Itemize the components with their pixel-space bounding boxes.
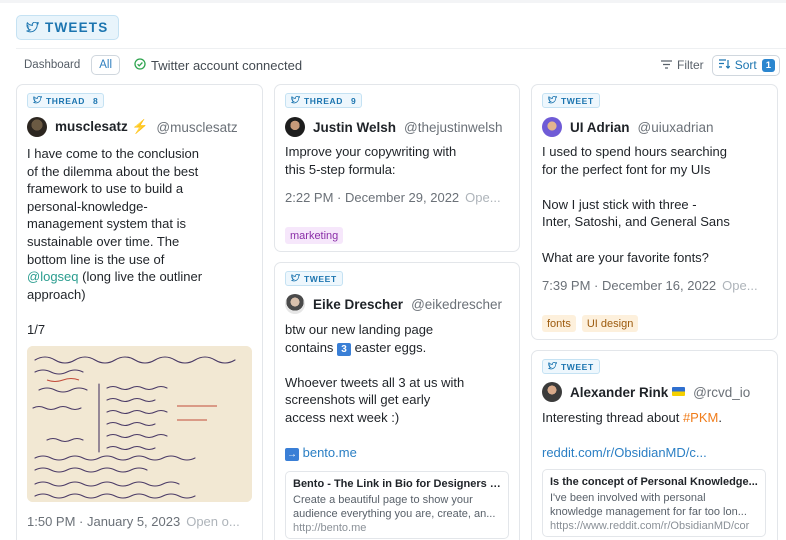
- open-link[interactable]: Ope...: [722, 278, 757, 293]
- avatar[interactable]: [285, 117, 305, 137]
- open-link[interactable]: Open o...: [186, 514, 239, 529]
- badge-label: TWEET: [304, 273, 337, 284]
- sort-label: Sort: [734, 58, 757, 72]
- filter-label: Filter: [677, 58, 704, 72]
- tweet-author[interactable]: Justin Welsh @thejustinwelsh: [285, 116, 503, 138]
- filter-all-chip[interactable]: All: [91, 55, 121, 75]
- author-handle: @thejustinwelsh: [404, 119, 503, 135]
- page-title: TWEETS: [16, 15, 120, 40]
- link-preview-description: Create a beautiful page to show your aud…: [293, 494, 496, 520]
- link-preview-card[interactable]: Bento - The Link in Bio for Designers a.…: [285, 471, 509, 539]
- twitter-bird-icon: [548, 361, 558, 372]
- tag-marketing[interactable]: marketing: [285, 227, 344, 244]
- author-name: musclesatz ⚡: [55, 119, 149, 134]
- tweet-card-justin-welsh[interactable]: THREAD 9 Justin Welsh @thejustinwelsh Im…: [274, 84, 520, 252]
- tweet-timestamp: 1:50 PM · January 5, 2023 Open o...: [27, 514, 240, 529]
- avatar[interactable]: [542, 382, 562, 402]
- twitter-bird-icon: [291, 95, 301, 106]
- tweet-badge: TWEET: [285, 271, 343, 286]
- badge-label: THREAD: [304, 95, 344, 106]
- tweet-text: Interesting thread about #PKM.: [542, 410, 722, 425]
- tweet-author[interactable]: Eike Drescher @eikedrescher: [285, 293, 502, 315]
- hashtag-link[interactable]: #PKM: [683, 410, 718, 425]
- author-handle: @rcvd_io: [693, 384, 751, 400]
- badge-label: TWEET: [561, 361, 594, 372]
- tweet-text: Improve your copywriting with this 5-ste…: [285, 144, 457, 177]
- link-preview-url: https://www.reddit.com/r/ObsidianMD/cor: [550, 520, 750, 532]
- link-preview-url: http://bento.me: [293, 522, 367, 534]
- toolbar: Dashboard All Twitter account connected …: [16, 54, 786, 76]
- tweet-author[interactable]: Alexander Rink @rcvd_io: [542, 381, 750, 403]
- handwritten-notes-image: [27, 346, 252, 502]
- tag-list: marketing: [285, 227, 344, 244]
- tweet-timestamp: 7:39 PM · December 16, 2022 Ope...: [542, 278, 758, 293]
- filter-lines-icon: [661, 58, 673, 72]
- sort-icon: [718, 58, 730, 72]
- avatar[interactable]: [542, 117, 562, 137]
- tweet-card-eike-drescher[interactable]: TWEET Eike Drescher @eikedrescher btw ou…: [274, 262, 520, 540]
- tweet-badge: TWEET: [542, 359, 600, 374]
- open-link[interactable]: Ope...: [465, 190, 500, 205]
- tag-list: fonts UI design: [542, 315, 639, 332]
- twitter-bird-icon: [26, 22, 39, 33]
- author-name: Alexander Rink: [570, 385, 686, 400]
- thread-count: 8: [93, 95, 98, 106]
- tweet-author[interactable]: UI Adrian @uiuxadrian: [542, 116, 714, 138]
- badge-label: TWEET: [561, 95, 594, 106]
- author-name: Justin Welsh: [313, 119, 397, 135]
- author-name: Eike Drescher: [313, 296, 404, 312]
- thread-count: 9: [351, 95, 356, 106]
- sort-button[interactable]: Sort 1: [711, 54, 780, 76]
- tweet-image[interactable]: [27, 346, 252, 502]
- tweet-card-ui-adrian[interactable]: TWEET UI Adrian @uiuxadrian I used to sp…: [531, 84, 778, 340]
- connection-status: Twitter account connected: [134, 58, 302, 73]
- link-preview-card[interactable]: Is the concept of Personal Knowledge... …: [542, 469, 766, 537]
- badge-label: THREAD: [46, 95, 86, 106]
- top-divider: [0, 0, 786, 3]
- tweet-text: I have come to the conclusion of the dil…: [27, 146, 203, 337]
- link-preview-description: I've been involved with personal knowled…: [550, 492, 747, 518]
- ukraine-flag-icon: [672, 386, 686, 396]
- twitter-bird-icon: [291, 273, 301, 284]
- twitter-bird-icon: [548, 95, 558, 106]
- tweet-card-alexander-rink[interactable]: TWEET Alexander Rink @rcvd_io Interestin…: [531, 350, 778, 540]
- toolbar-divider: [16, 48, 786, 49]
- twitter-bird-icon: [33, 95, 43, 106]
- author-handle: @musclesatz: [156, 119, 238, 135]
- connection-status-text: Twitter account connected: [151, 57, 303, 73]
- thread-badge: THREAD 9: [285, 93, 362, 108]
- thread-badge: THREAD 8: [27, 93, 104, 108]
- author-handle: @eikedrescher: [411, 296, 503, 312]
- tweet-text: btw our new landing page contains 3 east…: [285, 322, 465, 462]
- link-preview-title: Is the concept of Personal Knowledge...: [550, 476, 758, 488]
- tag-fonts[interactable]: fonts: [542, 315, 576, 332]
- avatar[interactable]: [285, 294, 305, 314]
- reddit-link[interactable]: reddit.com/r/ObsidianMD/c...: [542, 444, 770, 462]
- tweet-badge: TWEET: [542, 93, 600, 108]
- tweet-card-musclesatz[interactable]: THREAD 8 musclesatz ⚡ @musclesatz I have…: [16, 84, 263, 540]
- tweet-timestamp: 2:22 PM · December 29, 2022 Ope...: [285, 190, 501, 205]
- check-circle-icon: [134, 57, 146, 73]
- filter-button[interactable]: Filter: [661, 58, 704, 72]
- tweet-author[interactable]: musclesatz ⚡ @musclesatz: [27, 116, 238, 138]
- sort-count-badge: 1: [761, 58, 775, 72]
- bento-link[interactable]: bento.me: [299, 445, 357, 460]
- tag-ui-design[interactable]: UI design: [581, 315, 639, 332]
- tweet-text: I used to spend hours searching for the …: [542, 144, 730, 265]
- link-preview-title: Bento - The Link in Bio for Designers a.…: [293, 478, 501, 490]
- breadcrumb[interactable]: Dashboard: [24, 59, 80, 71]
- mention-link[interactable]: @logseq: [27, 269, 79, 284]
- avatar[interactable]: [27, 117, 47, 137]
- author-handle: @uiuxadrian: [637, 119, 714, 135]
- author-name: UI Adrian: [570, 119, 630, 135]
- page-title-text: TWEETS: [45, 20, 109, 35]
